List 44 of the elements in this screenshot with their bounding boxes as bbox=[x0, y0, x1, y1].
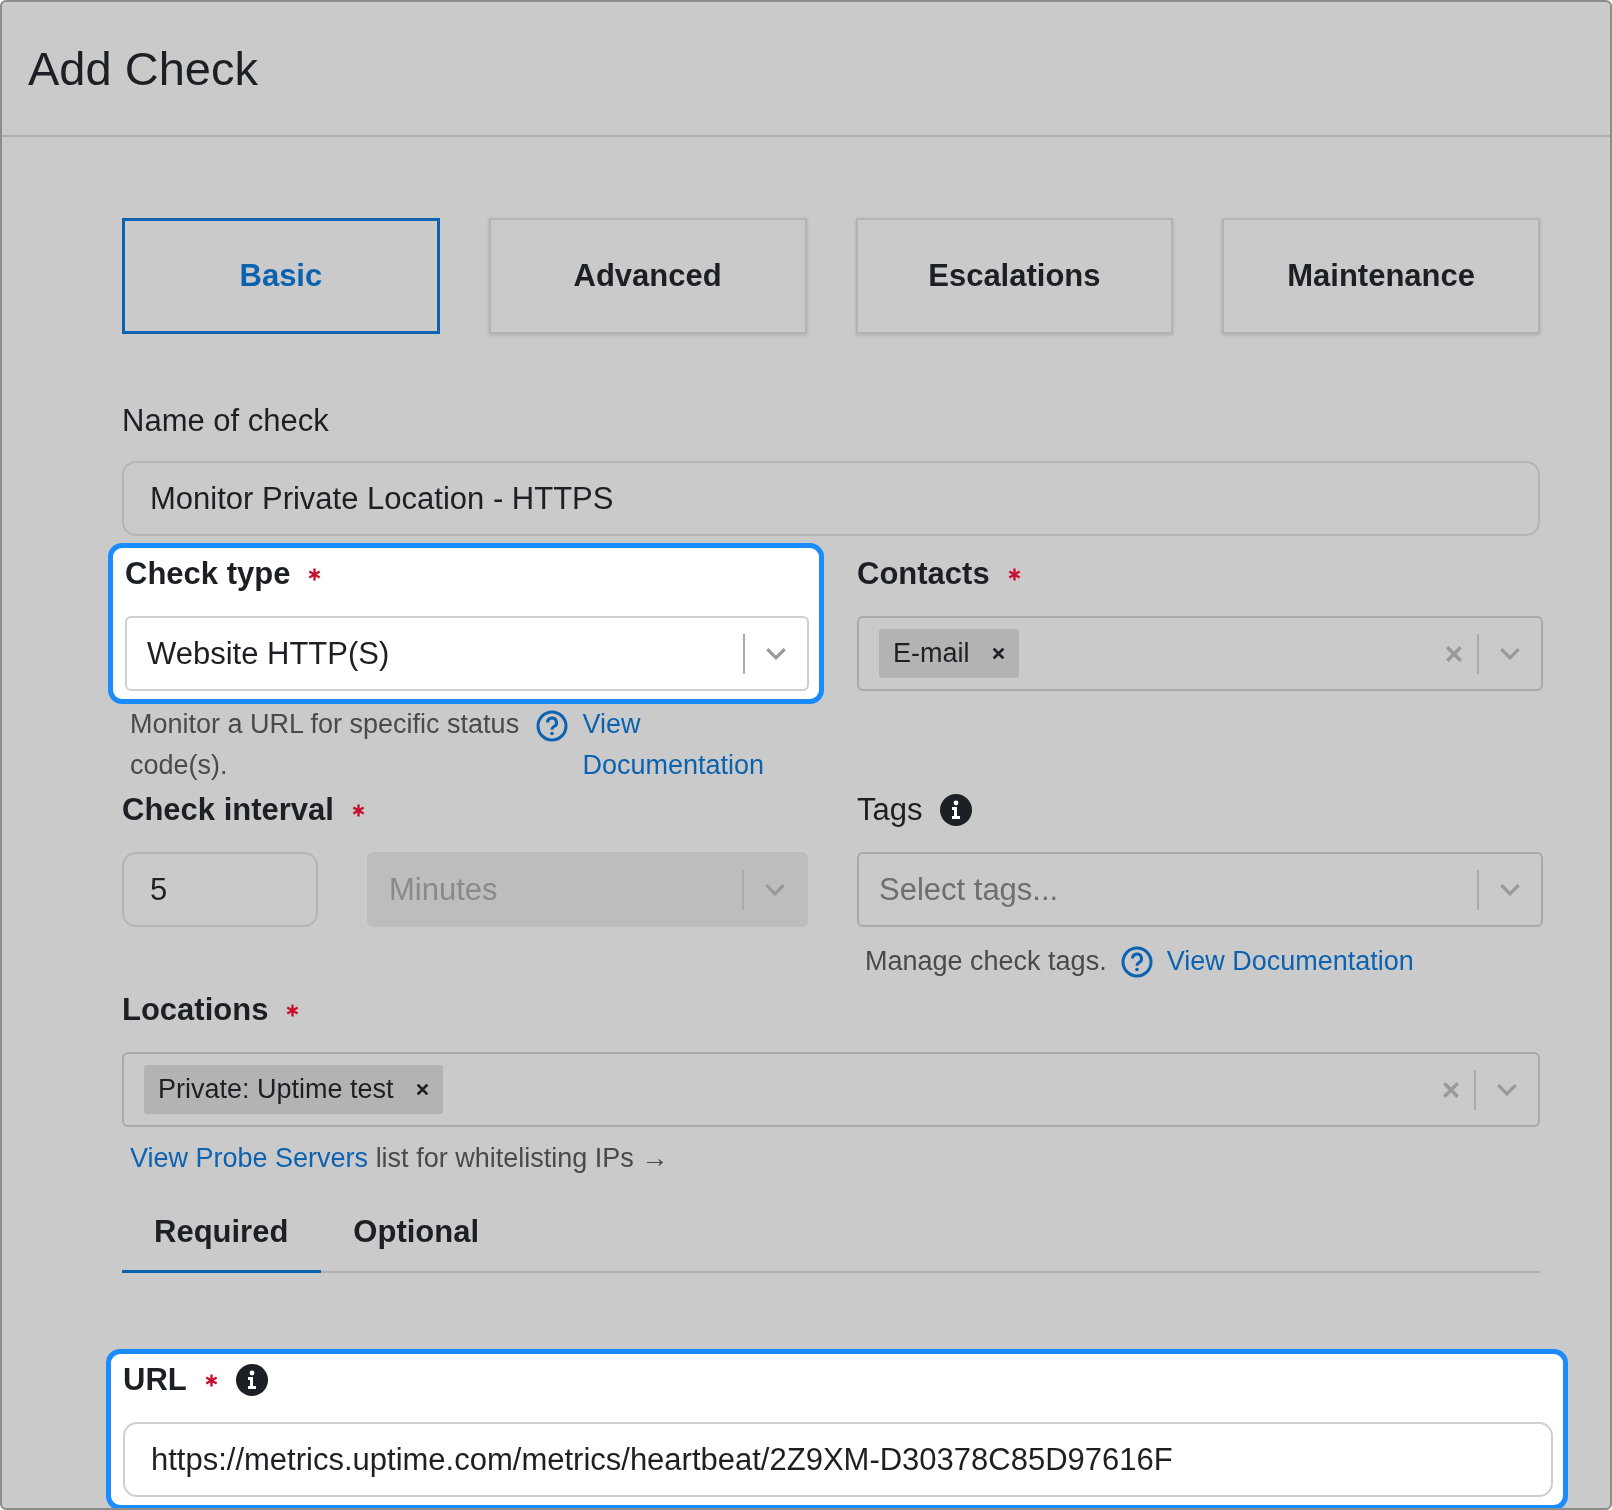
page-title: Add Check bbox=[28, 41, 258, 96]
tab[interactable]: Basic bbox=[122, 218, 440, 334]
subtab[interactable]: Required bbox=[122, 1194, 322, 1273]
check-type-select[interactable]: Website HTTP(S) bbox=[125, 616, 809, 691]
help-icon[interactable] bbox=[1120, 945, 1153, 978]
field-label: Tags bbox=[857, 792, 923, 828]
field-label: Name of check bbox=[122, 402, 330, 440]
field-label: URL bbox=[123, 1362, 187, 1398]
chip-label: Private: Uptime test bbox=[158, 1074, 394, 1105]
probe-servers-link[interactable]: View Probe Servers bbox=[130, 1143, 369, 1173]
field-label: Locations bbox=[122, 992, 269, 1028]
help-icon[interactable] bbox=[536, 710, 569, 742]
tab[interactable]: Advanced bbox=[488, 218, 807, 334]
name-input-field[interactable]: Monitor Private Location - HTTPS bbox=[122, 461, 1540, 536]
chevron-down-icon[interactable] bbox=[765, 647, 787, 660]
field-label: Check interval bbox=[122, 792, 334, 828]
subtab[interactable]: Optional bbox=[321, 1194, 513, 1273]
chip-label: E-mail bbox=[893, 638, 970, 669]
selected-chip[interactable]: E-mail bbox=[879, 629, 1019, 678]
help-text: Monitor a URL for specific status code(s). bbox=[130, 708, 521, 782]
chevron-down-icon[interactable] bbox=[1496, 1083, 1518, 1096]
help-text: Manage check tags. bbox=[865, 945, 1107, 978]
field-label: Check type bbox=[125, 556, 291, 592]
info-icon[interactable] bbox=[235, 1364, 268, 1396]
contacts-select[interactable]: E-mail bbox=[857, 616, 1543, 691]
remove-icon[interactable] bbox=[415, 1083, 429, 1096]
tab[interactable]: Maintenance bbox=[1222, 218, 1540, 334]
interval-input-field[interactable]: 5 bbox=[122, 852, 318, 927]
info-icon[interactable] bbox=[940, 794, 973, 826]
select-placeholder: Select tags... bbox=[879, 871, 1060, 908]
documentation-link[interactable]: View Documentation bbox=[1166, 941, 1414, 982]
clear-icon[interactable] bbox=[1445, 644, 1463, 663]
chevron-down-icon[interactable] bbox=[1499, 883, 1521, 896]
chevron-down-icon[interactable] bbox=[1499, 647, 1521, 660]
probe-note-text: list for whitelisting IPs → bbox=[375, 1143, 669, 1173]
tab[interactable]: Escalations bbox=[855, 218, 1174, 334]
select-value: Website HTTP(S) bbox=[147, 635, 391, 672]
locations-select[interactable]: Private: Uptime test bbox=[122, 1052, 1540, 1127]
field-label: Contacts bbox=[857, 556, 990, 592]
remove-icon[interactable] bbox=[991, 647, 1005, 660]
selected-chip[interactable]: Private: Uptime test bbox=[144, 1065, 443, 1114]
documentation-link[interactable]: View Documentation bbox=[582, 704, 808, 786]
url-input-field[interactable]: https://metrics.uptime.com/metrics/heartbeat/2Z9XM-D30378C85D97616F bbox=[123, 1422, 1553, 1497]
clear-icon[interactable] bbox=[1442, 1080, 1460, 1099]
